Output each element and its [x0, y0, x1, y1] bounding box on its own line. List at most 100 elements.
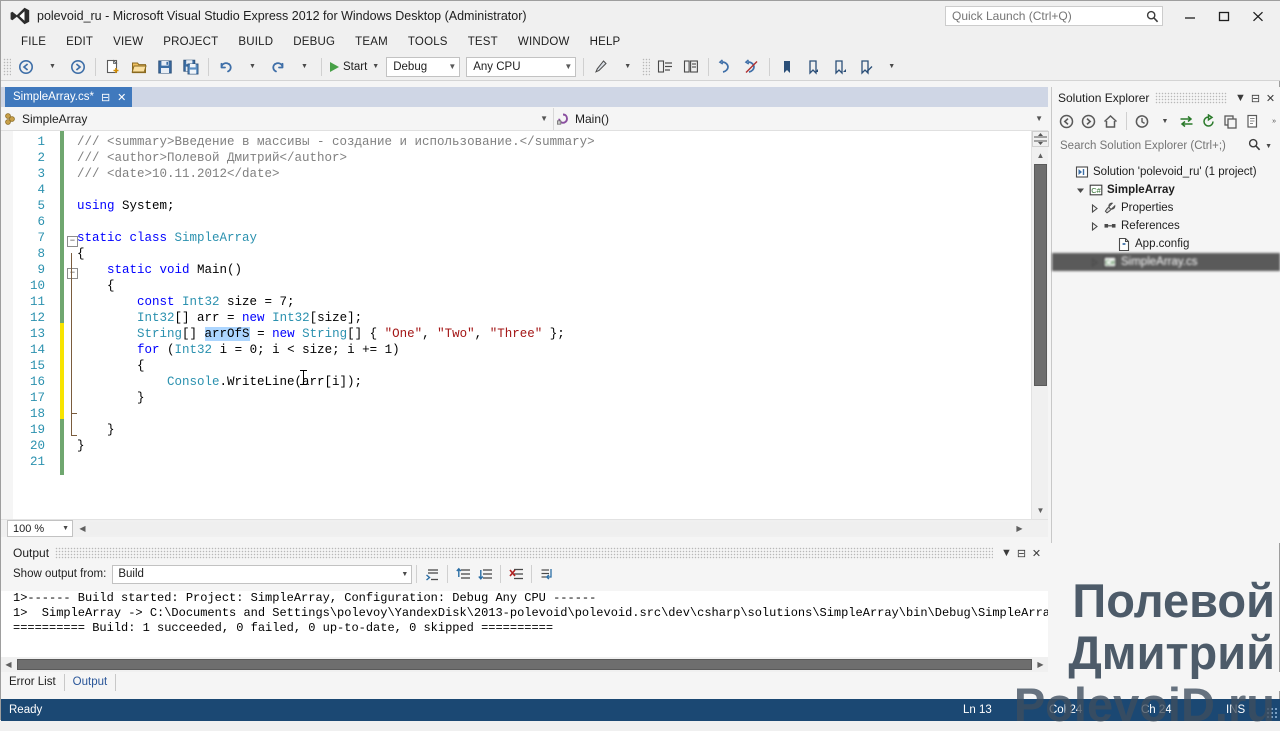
chevron-down-icon[interactable]: ▼ — [1265, 143, 1272, 150]
toolbar-overflow-icon[interactable]: ▼ — [614, 56, 640, 78]
editor-horizontal-scrollbar[interactable]: ◀ ▶ — [75, 520, 1027, 536]
code-line[interactable]: } — [77, 439, 85, 453]
code-line[interactable]: { — [77, 359, 145, 373]
attach-process-icon[interactable] — [588, 56, 614, 78]
chevron-collapsed-icon[interactable] — [1088, 221, 1101, 231]
code-editor[interactable]: − − 1 2 3 4 5 6 7 8 9 10 11 12 13 14 15 16 17 18 19 20 21 //… — [1, 131, 1048, 519]
scroll-track[interactable] — [90, 521, 1012, 535]
menu-edit[interactable]: EDIT — [56, 33, 103, 51]
redo-icon[interactable] — [265, 56, 291, 78]
back-icon[interactable] — [1056, 111, 1077, 131]
menu-file[interactable]: FILE — [11, 33, 56, 51]
code-line[interactable]: static class SimpleArray — [77, 231, 257, 245]
code-line[interactable]: Int32[] arr = new Int32[size]; — [77, 311, 362, 325]
comment-selection-icon[interactable] — [652, 56, 678, 78]
go-to-previous-message-icon[interactable] — [452, 564, 474, 584]
code-line[interactable]: { — [77, 279, 115, 293]
scroll-left-button[interactable]: ◀ — [1, 657, 16, 672]
solution-explorer-item-solution-polevoid-ru-1-project[interactable]: Solution 'polevoid_ru' (1 project) — [1052, 163, 1280, 181]
code-line[interactable]: for (Int32 i = 0; i < size; i += 1) — [77, 343, 400, 357]
code-line[interactable]: } — [77, 391, 145, 405]
menu-project[interactable]: PROJECT — [153, 33, 228, 51]
undo-icon[interactable] — [213, 56, 239, 78]
code-line[interactable]: using System; — [77, 199, 175, 213]
chevron-down-icon[interactable]: ▼ — [1233, 89, 1248, 107]
editor-zoom-combo[interactable]: 100 % ▼ — [7, 520, 73, 537]
menu-help[interactable]: HELP — [580, 33, 631, 51]
editor-vertical-scrollbar[interactable]: ▲ ▼ — [1031, 131, 1049, 519]
maximize-button[interactable] — [1207, 5, 1241, 27]
navigate-forward-icon[interactable] — [65, 56, 91, 78]
uncomment-selection-icon[interactable] — [678, 56, 704, 78]
solution-explorer-item-references[interactable]: References — [1052, 217, 1280, 235]
scroll-left-button[interactable]: ◀ — [75, 521, 90, 536]
menu-test[interactable]: TEST — [458, 33, 508, 51]
next-bookmark-icon[interactable] — [826, 56, 852, 78]
chevron-down-icon[interactable]: ▼ — [999, 544, 1014, 562]
menu-tools[interactable]: TOOLS — [398, 33, 458, 51]
search-icon[interactable] — [1248, 138, 1261, 154]
menu-team[interactable]: TEAM — [345, 33, 398, 51]
undo-dropdown[interactable]: ▼ — [239, 56, 265, 78]
decrease-indent-icon[interactable] — [739, 56, 765, 78]
save-icon[interactable] — [152, 56, 178, 78]
solution-explorer-item-simplearray[interactable]: C# SimpleArray — [1052, 181, 1280, 199]
type-dropdown[interactable]: SimpleArray ▼ — [1, 107, 554, 130]
solution-explorer-search-box[interactable]: ▼ — [1058, 135, 1276, 158]
close-icon[interactable]: ✕ — [117, 91, 126, 104]
toggle-bookmark-icon[interactable] — [774, 56, 800, 78]
increase-indent-icon[interactable] — [713, 56, 739, 78]
solution-explorer-search-input[interactable] — [1058, 139, 1249, 153]
solution-configuration-combo[interactable]: Debug ▼ — [386, 56, 461, 77]
new-project-icon[interactable] — [100, 56, 126, 78]
toolbar-grip[interactable] — [3, 57, 11, 76]
scroll-thumb[interactable] — [1034, 164, 1047, 386]
scroll-right-button[interactable]: ▶ — [1012, 521, 1027, 536]
go-to-next-message-icon[interactable] — [474, 564, 496, 584]
pin-icon[interactable]: ⊟ — [1014, 544, 1029, 562]
code-line[interactable]: Console.WriteLine(arr[i]); — [77, 375, 362, 389]
menu-build[interactable]: BUILD — [228, 33, 283, 51]
solution-explorer-item-simplearray-cs[interactable]: C# SimpleArray.cs — [1052, 253, 1280, 271]
collapse-all-icon[interactable] — [1220, 111, 1241, 131]
sync-with-active-document-icon[interactable] — [1176, 111, 1197, 131]
document-tab-simplearray[interactable]: SimpleArray.cs* ⊟ ✕ — [5, 87, 133, 107]
toggle-word-wrap-icon[interactable] — [536, 564, 558, 584]
solution-explorer-tree[interactable]: Solution 'polevoid_ru' (1 project) C# Simp… — [1052, 163, 1280, 271]
show-output-from-combo[interactable]: Build ▼ — [112, 564, 413, 584]
menu-view[interactable]: VIEW — [103, 33, 153, 51]
pending-changes-dropdown[interactable]: ▼ — [1154, 111, 1175, 131]
toolbar-grip[interactable] — [642, 57, 651, 76]
start-debugging-button[interactable]: Start ▼ — [326, 56, 383, 78]
solution-platform-combo[interactable]: Any CPU ▼ — [466, 56, 577, 77]
panel-drag-handle[interactable] — [1155, 92, 1227, 104]
resize-grip[interactable] — [1266, 707, 1278, 719]
save-all-icon[interactable] — [178, 56, 204, 78]
navigate-back-icon[interactable] — [13, 56, 39, 78]
clear-all-icon[interactable] — [505, 564, 527, 584]
code-line[interactable]: /// <author>Полевой Дмитрий</author> — [77, 151, 347, 165]
show-all-files-icon[interactable] — [1242, 111, 1263, 131]
code-line[interactable]: static void Main() — [77, 263, 242, 277]
chevron-collapsed-icon[interactable] — [1088, 203, 1101, 213]
tab-output[interactable]: Output — [65, 674, 117, 691]
scroll-thumb[interactable] — [17, 659, 1032, 670]
close-icon[interactable]: ✕ — [1029, 544, 1044, 562]
minimize-button[interactable] — [1173, 5, 1207, 27]
menu-debug[interactable]: DEBUG — [283, 33, 345, 51]
scroll-up-button[interactable]: ▲ — [1032, 148, 1049, 163]
menu-window[interactable]: WINDOW — [508, 33, 580, 51]
code-line[interactable]: /// <summary>Введение в массивы - создан… — [77, 135, 595, 149]
chevron-down-icon[interactable]: ▼ — [372, 63, 379, 70]
solution-explorer-item-properties[interactable]: Properties — [1052, 199, 1280, 217]
pin-icon[interactable]: ⊟ — [1248, 89, 1263, 107]
home-icon[interactable] — [1100, 111, 1121, 131]
tab-error-list[interactable]: Error List — [1, 674, 65, 691]
toolbar-overflow-icon[interactable]: » — [1272, 118, 1276, 125]
panel-drag-handle[interactable] — [55, 547, 993, 559]
code-line[interactable]: String[] arrOfS = new String[] { "One", … — [77, 327, 565, 341]
scroll-right-button[interactable]: ▶ — [1033, 657, 1048, 672]
code-line[interactable]: const Int32 size = 7; — [77, 295, 295, 309]
toolbar-overflow-icon[interactable]: ▼ — [878, 56, 904, 78]
code-line[interactable]: { — [77, 247, 85, 261]
